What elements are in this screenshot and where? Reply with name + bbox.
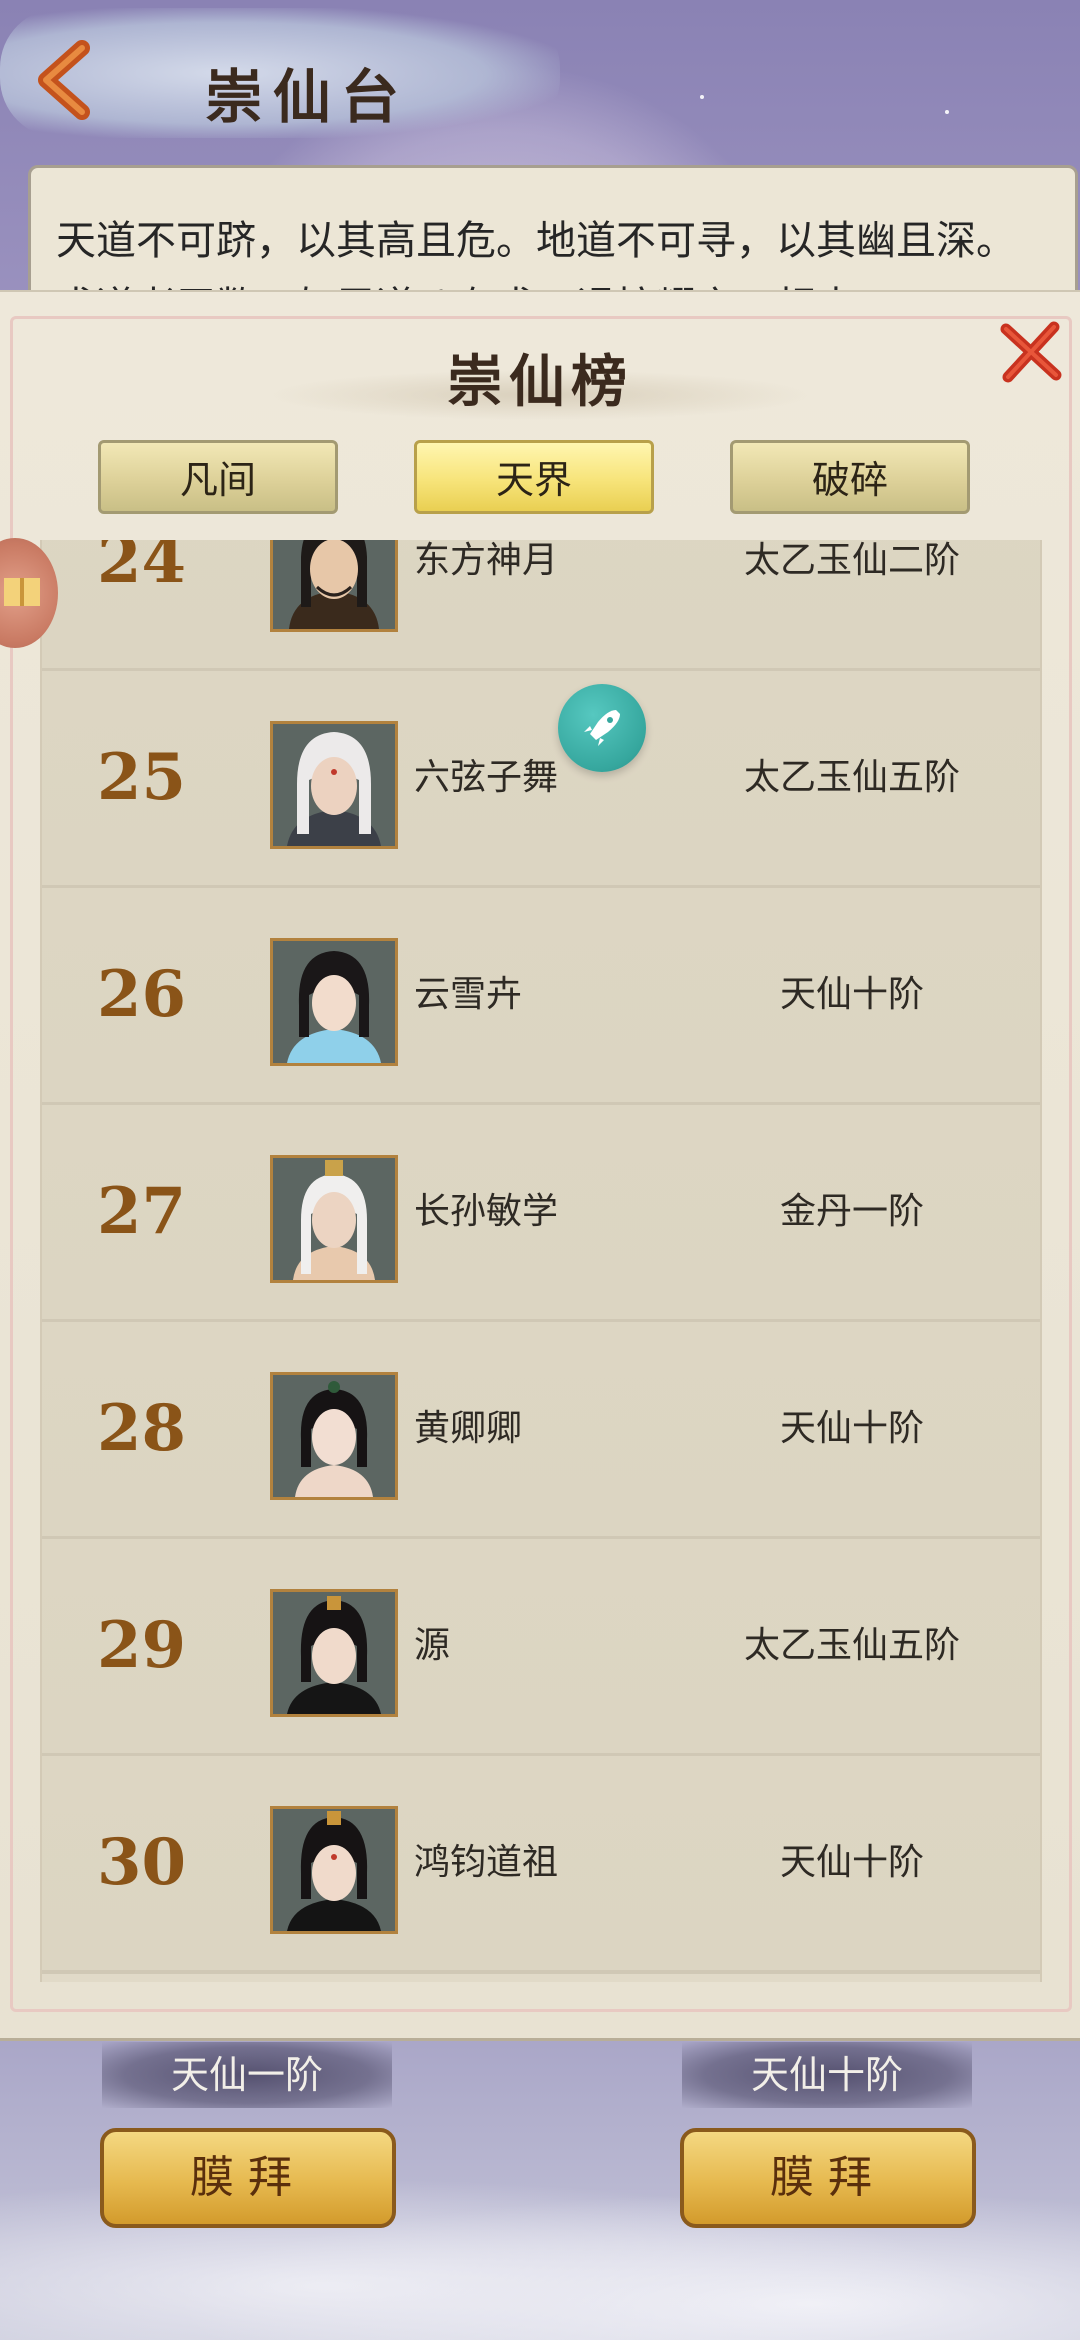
player-realm: 天仙十阶	[779, 1408, 924, 1449]
ranking-row[interactable]: 27 长孙敏学 金丹一阶	[42, 1105, 1040, 1323]
right-realm-label: 天仙十阶	[682, 2042, 972, 2108]
page-title: 崇仙台	[205, 63, 410, 131]
female-black-hair-avatar-icon	[273, 1375, 395, 1497]
rank-number: 29	[97, 1608, 187, 1683]
player-name: 东方神月	[414, 540, 559, 581]
realm-tabs: 凡间 天界 破碎	[0, 440, 1080, 520]
modal-title: 崇仙榜	[447, 349, 633, 415]
ranking-row[interactable]: 28 黄卿卿 天仙十阶	[42, 1322, 1040, 1540]
ranking-row[interactable]: 25 六弦子舞 太乙玉仙五阶	[42, 671, 1040, 889]
player-avatar	[270, 540, 398, 632]
player-avatar	[270, 1155, 398, 1283]
player-realm: 天仙十阶	[779, 1842, 924, 1883]
ranking-row[interactable]: 29 源 太乙玉仙五阶	[42, 1539, 1040, 1757]
player-name: 鸿钧道祖	[414, 1842, 559, 1883]
tab-heaven[interactable]: 天界	[414, 440, 654, 514]
male-black-hair-avatar-icon	[273, 540, 395, 629]
worship-button-left[interactable]: 膜拜	[100, 2128, 396, 2228]
player-realm: 金丹一阶	[779, 1191, 924, 1232]
male-white-hair-avatar-icon	[273, 724, 395, 846]
female-blue-robe-avatar-icon	[273, 941, 395, 1063]
tab-shattered[interactable]: 破碎	[730, 440, 970, 514]
male-white-hair-crown-avatar-icon	[273, 1158, 395, 1280]
player-realm: 太乙玉仙二阶	[743, 540, 960, 581]
rocket-icon	[584, 710, 620, 746]
ranking-modal: 崇仙榜 凡间 天界 破碎 24 东方神月 太乙玉仙二阶 25 六弦子舞 太乙玉仙…	[0, 290, 1080, 2041]
player-name: 六弦子舞	[414, 757, 559, 798]
rank-number: 30	[97, 1825, 187, 1900]
ranking-list[interactable]: 24 东方神月 太乙玉仙二阶 25 六弦子舞 太乙玉仙五阶 26 云雪卉 天仙十…	[40, 540, 1042, 1982]
player-realm: 太乙玉仙五阶	[743, 1625, 960, 1666]
player-avatar	[270, 1589, 398, 1717]
player-avatar	[270, 1806, 398, 1934]
tab-mortal[interactable]: 凡间	[98, 440, 338, 514]
left-realm-label: 天仙一阶	[102, 2042, 392, 2108]
gift-icon	[4, 578, 40, 606]
rank-number: 24	[97, 540, 187, 598]
side-floating-button[interactable]	[0, 538, 58, 648]
player-realm: 太乙玉仙五阶	[743, 757, 960, 798]
player-name: 源	[414, 1625, 451, 1666]
back-arrow-icon	[38, 40, 90, 120]
rank-number: 26	[97, 957, 187, 1032]
back-button[interactable]	[30, 40, 100, 120]
player-name: 长孙敏学	[414, 1191, 559, 1232]
player-avatar	[270, 1372, 398, 1500]
rank-number: 27	[97, 1174, 187, 1249]
female-hairpin-avatar-icon	[273, 1592, 395, 1714]
ranking-row[interactable]: 26 云雪卉 天仙十阶	[42, 888, 1040, 1106]
rank-number: 28	[97, 1391, 187, 1466]
worship-button-right[interactable]: 膜拜	[680, 2128, 976, 2228]
top-header: 崇仙台	[0, 0, 1080, 150]
close-button[interactable]	[996, 317, 1066, 387]
close-icon	[1000, 321, 1062, 383]
ranking-row[interactable]: 24 东方神月 太乙玉仙二阶	[42, 540, 1040, 672]
player-realm: 天仙十阶	[779, 974, 924, 1015]
player-avatar	[270, 721, 398, 849]
speed-boost-button[interactable]	[558, 684, 646, 772]
ranking-row[interactable]: 30 鸿钧道祖 天仙十阶	[42, 1756, 1040, 1974]
rank-number: 25	[97, 740, 187, 815]
player-name: 黄卿卿	[414, 1408, 523, 1449]
player-avatar	[270, 938, 398, 1066]
female-forehead-mark-avatar-icon	[273, 1809, 395, 1931]
player-name: 云雪卉	[414, 974, 523, 1015]
